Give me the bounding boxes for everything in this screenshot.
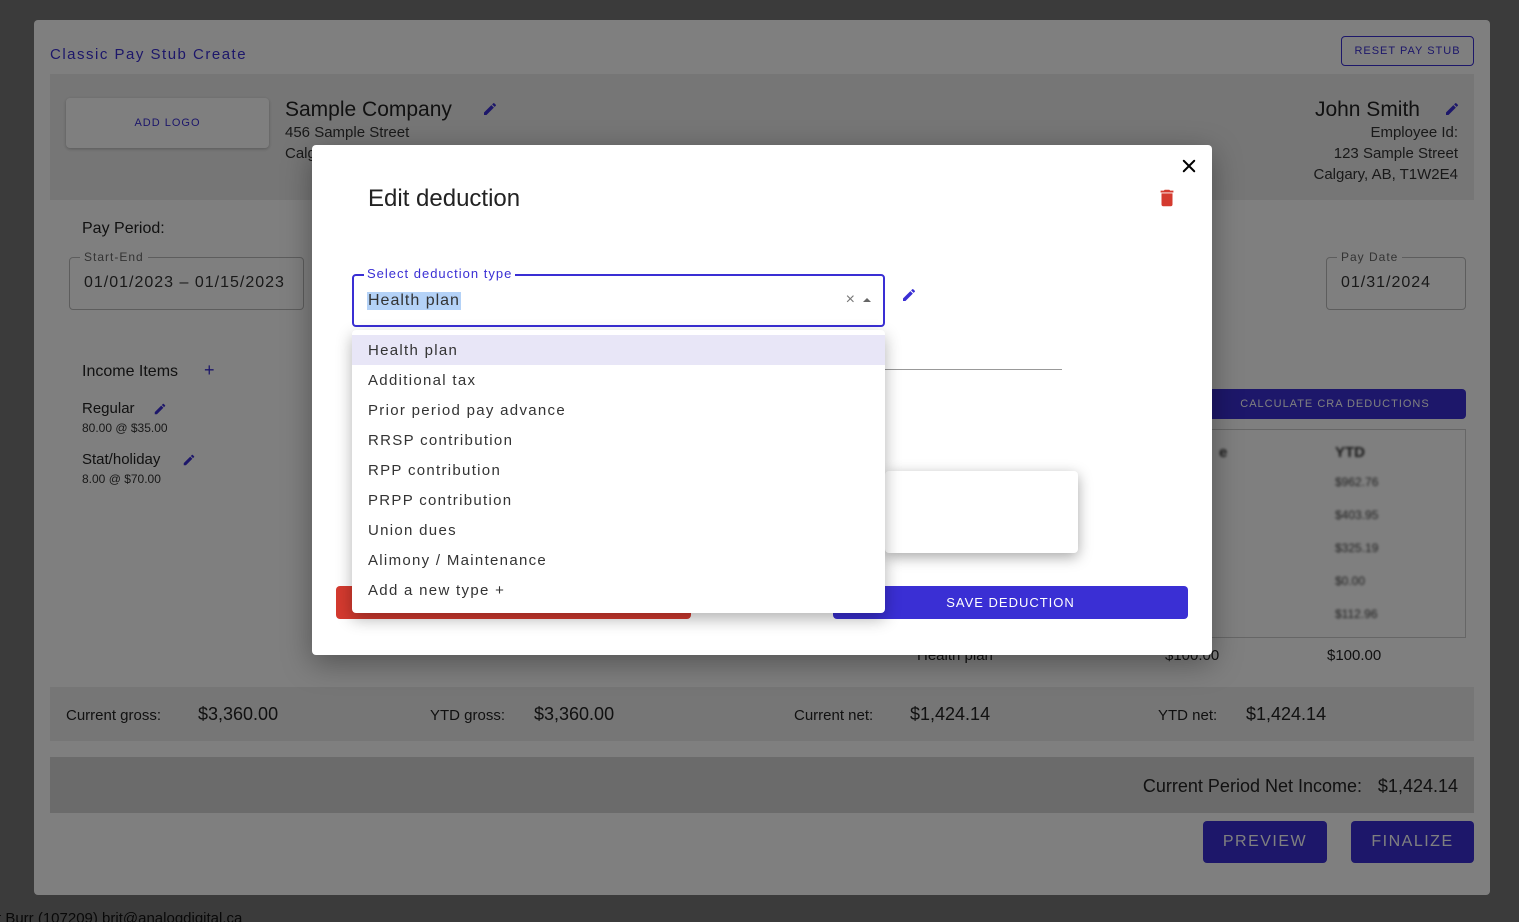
dropdown-option[interactable]: Alimony / Maintenance <box>352 545 885 575</box>
add-new-type-option[interactable]: Add a new type + <box>352 575 885 605</box>
clear-icon[interactable]: × <box>846 291 855 309</box>
dropdown-option[interactable]: Health plan <box>352 335 885 365</box>
close-icon[interactable] <box>1180 157 1198 175</box>
dropdown-option[interactable]: Additional tax <box>352 365 885 395</box>
deduction-type-dropdown: Health plan Additional tax Prior period … <box>352 330 885 613</box>
save-deduction-button[interactable]: SAVE DEDUCTION <box>833 586 1188 619</box>
dropdown-option[interactable]: PRPP contribution <box>352 485 885 515</box>
amount-input-underline[interactable] <box>885 369 1062 370</box>
dropdown-option[interactable]: RRSP contribution <box>352 425 885 455</box>
edit-deduction-dialog: Edit deduction Select deduction type Hea… <box>312 145 1212 655</box>
deduction-type-value[interactable]: Health plan <box>367 292 461 310</box>
delete-icon[interactable] <box>1156 187 1178 209</box>
dropdown-option[interactable]: Union dues <box>352 515 885 545</box>
deduction-type-label: Select deduction type <box>364 266 516 281</box>
popup-card <box>885 471 1078 553</box>
dropdown-option[interactable]: Prior period pay advance <box>352 395 885 425</box>
caret-up-icon[interactable] <box>863 298 871 302</box>
dropdown-option[interactable]: RPP contribution <box>352 455 885 485</box>
dialog-title: Edit deduction <box>368 185 521 212</box>
deduction-type-select[interactable]: Select deduction type Health plan × <box>352 266 885 327</box>
edit-type-icon[interactable] <box>901 287 917 303</box>
